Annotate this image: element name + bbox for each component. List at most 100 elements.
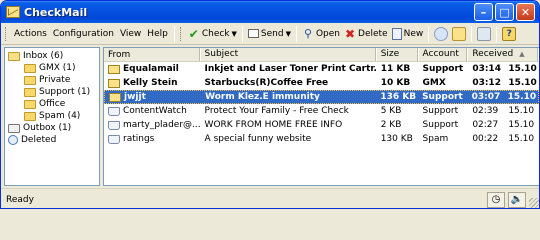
message-from: ContentWatch <box>104 106 201 116</box>
inbox-folder-icon <box>8 51 20 61</box>
checkmail-window: CheckMail – □ ✕ Actions Configuration Vi… <box>0 0 540 209</box>
message-row[interactable]: jwjjt Worm Klez.E immunity 136 KB Support 03… <box>104 90 539 104</box>
folder-icon <box>24 111 36 121</box>
column-header-account[interactable]: Account <box>419 48 469 61</box>
column-header-received[interactable]: Received ▲ <box>468 48 539 61</box>
read-envelope-icon <box>108 120 120 130</box>
speaker-icon[interactable]: 🔈 <box>508 191 526 208</box>
received-time: 03:07 <box>471 92 501 102</box>
message-row[interactable]: Equalamail Inkjet and Laser Toner Print C… <box>104 62 539 76</box>
main-area: Inbox (6) GMX (1) Private Support (1) Office… <box>1 46 539 187</box>
folder-item[interactable]: GMX (1) <box>8 62 99 74</box>
new-document-icon <box>391 27 402 40</box>
received-time: 03:12 <box>472 78 501 88</box>
folder-icon <box>24 99 36 109</box>
message-list: From Subject Size Account Received ▲ Equa… <box>103 47 539 186</box>
folder-icon <box>24 75 36 85</box>
message-row[interactable]: marty_plader@... WORK FROM HOME FREE INFO… <box>104 118 539 132</box>
folder-item[interactable]: Support (1) <box>8 86 99 98</box>
menu-help[interactable]: Help <box>144 29 171 39</box>
read-envelope-icon <box>108 134 120 144</box>
send-button[interactable]: Send ▼ <box>246 29 293 39</box>
envelope-app-icon <box>6 6 20 18</box>
delete-label: Delete <box>358 28 388 39</box>
message-received: 00:22 15.10 <box>468 134 539 144</box>
message-size: 2 KB <box>380 120 402 130</box>
maximize-button[interactable]: □ <box>495 3 514 21</box>
alarm-clock-icon[interactable]: ◷ <box>487 191 505 208</box>
folder-item[interactable]: Outbox (1) <box>8 122 99 134</box>
close-button[interactable]: ✕ <box>516 3 535 21</box>
message-row[interactable]: ratings A special funny website 130 KB Spam… <box>104 132 539 146</box>
message-received: 03:12 15.10 <box>468 78 539 88</box>
received-time: 02:27 <box>472 120 499 130</box>
message-size: 10 KB <box>380 78 411 88</box>
chevron-down-icon[interactable]: ▼ <box>232 30 237 38</box>
sender-name: Equalamail <box>123 64 179 74</box>
message-subject: A special funny website <box>204 134 312 144</box>
received-time: 02:39 <box>472 106 499 116</box>
toolbar-grip[interactable] <box>179 26 183 41</box>
title-bar[interactable]: CheckMail – □ ✕ <box>1 1 539 23</box>
menu-actions[interactable]: Actions <box>11 29 50 39</box>
chevron-down-icon[interactable]: ▼ <box>286 30 291 38</box>
menubar-grip[interactable] <box>5 26 8 41</box>
folder-tree: Inbox (6) GMX (1) Private Support (1) Office… <box>4 47 100 186</box>
received-date: 15.10 <box>508 106 535 116</box>
check-label: Check <box>201 28 230 39</box>
folder-label: GMX (1) <box>39 63 76 73</box>
folder-icon <box>24 63 36 73</box>
unread-envelope-icon <box>108 64 120 74</box>
toolbar-separator <box>241 25 243 42</box>
sender-name: Kelly Stein <box>123 78 178 88</box>
message-account: Support <box>422 92 463 102</box>
received-date: 15.10 <box>508 64 537 74</box>
checkmark-icon: ✔ <box>188 26 199 41</box>
folder-label: Support (1) <box>39 87 91 97</box>
sort-ascending-icon: ▲ <box>519 50 525 58</box>
column-header-subject[interactable]: Subject <box>201 48 377 61</box>
help-icon[interactable]: ? <box>502 26 517 41</box>
folder-item[interactable]: Private <box>8 74 99 86</box>
folder-label: Outbox (1) <box>23 123 72 133</box>
chat-bubble-icon[interactable] <box>434 26 449 41</box>
sender-name: marty_plader@... <box>123 120 201 130</box>
new-button[interactable]: New <box>390 27 426 40</box>
delete-x-icon: ✖ <box>344 26 356 41</box>
sender-name: ContentWatch <box>123 106 187 116</box>
envelope-icon[interactable] <box>452 26 467 41</box>
menu-view[interactable]: View <box>117 29 144 39</box>
resize-grip[interactable] <box>529 198 539 208</box>
open-button[interactable]: ⚲ Open <box>300 27 342 40</box>
unread-envelope-icon <box>108 78 120 88</box>
received-date: 15.10 <box>508 120 535 130</box>
message-from: Equalamail <box>104 64 201 74</box>
received-header-label: Received <box>472 49 514 59</box>
message-received: 03:14 15.10 <box>468 64 539 74</box>
folder-item[interactable]: Office <box>8 98 99 110</box>
message-from: marty_plader@... <box>104 120 201 130</box>
message-account: GMX <box>422 78 446 88</box>
address-book-icon[interactable] <box>477 26 492 41</box>
menu-configuration[interactable]: Configuration <box>50 29 117 39</box>
message-subject: Protect Your Family - Free Check <box>204 106 349 116</box>
message-size: 11 KB <box>380 64 411 74</box>
check-button[interactable]: ✔ Check ▼ <box>186 26 239 41</box>
column-header-size[interactable]: Size <box>377 48 419 61</box>
message-from: jwjjt <box>105 92 201 102</box>
message-row[interactable]: Kelly Stein Starbucks(R)Coffee Free 10 KB G… <box>104 76 539 90</box>
folder-item[interactable]: Deleted <box>8 134 99 146</box>
message-subject: Starbucks(R)Coffee Free <box>204 78 329 88</box>
delete-button[interactable]: ✖ Delete <box>342 26 390 41</box>
minimize-button[interactable]: – <box>474 3 493 21</box>
folder-item[interactable]: Inbox (6) <box>8 50 99 62</box>
message-size: 136 KB <box>380 92 417 102</box>
column-header-from[interactable]: From <box>104 48 201 61</box>
message-received: 02:39 15.10 <box>468 106 539 116</box>
window-title: CheckMail <box>24 5 88 19</box>
message-row[interactable]: ContentWatch Protect Your Family - Free C… <box>104 104 539 118</box>
toolbar-separator <box>471 25 473 42</box>
folder-label: Deleted <box>21 135 57 145</box>
folder-item[interactable]: Spam (4) <box>8 110 99 122</box>
status-text: Ready <box>6 194 34 205</box>
